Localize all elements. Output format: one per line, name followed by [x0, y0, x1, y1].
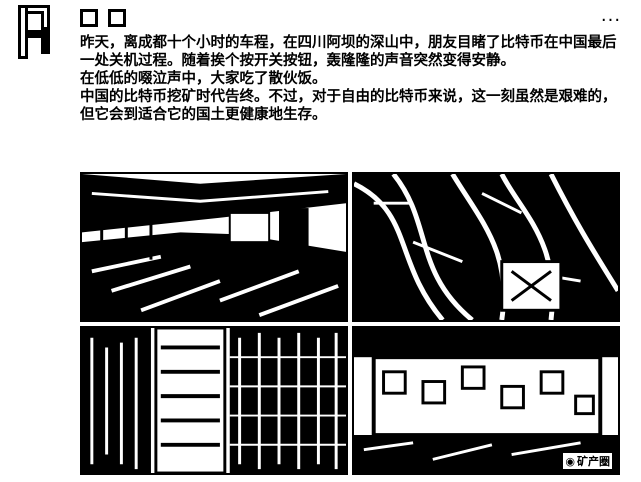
more-options-icon[interactable]: ... — [596, 7, 626, 25]
photo-cables[interactable] — [352, 172, 620, 322]
user-name-glyph — [108, 9, 126, 27]
watermark: ◉ 矿产圈 — [563, 453, 612, 469]
user-name-glyph — [80, 9, 98, 27]
watermark-text: 矿产圈 — [577, 455, 610, 468]
post-text: 昨天，离成都十个小时的车程，在四川阿坝的深山中，朋友目睹了比特币在中国最后一处关… — [80, 34, 620, 124]
user-name[interactable] — [80, 8, 126, 28]
wechat-icon: ◉ — [565, 454, 575, 468]
photo-rack-aisle[interactable] — [80, 326, 348, 475]
photo-mining-hall[interactable] — [80, 172, 348, 322]
photo-grid: ◉ 矿产圈 — [80, 172, 620, 475]
post-paragraph: 昨天，离成都十个小时的车程，在四川阿坝的深山中，朋友目睹了比特币在中国最后一处关… — [80, 35, 617, 69]
post-paragraph: 在低低的啜泣声中，大家吃了散伙饭。 — [80, 71, 327, 87]
avatar-logo-icon — [18, 5, 50, 59]
photo-facility-exterior[interactable]: ◉ 矿产圈 — [352, 326, 620, 475]
avatar[interactable] — [16, 3, 56, 61]
post-paragraph: 中国的比特币挖矿时代告终。不过，对于自由的比特币来说，这一刻虽然是艰难的，但它会… — [80, 89, 617, 123]
